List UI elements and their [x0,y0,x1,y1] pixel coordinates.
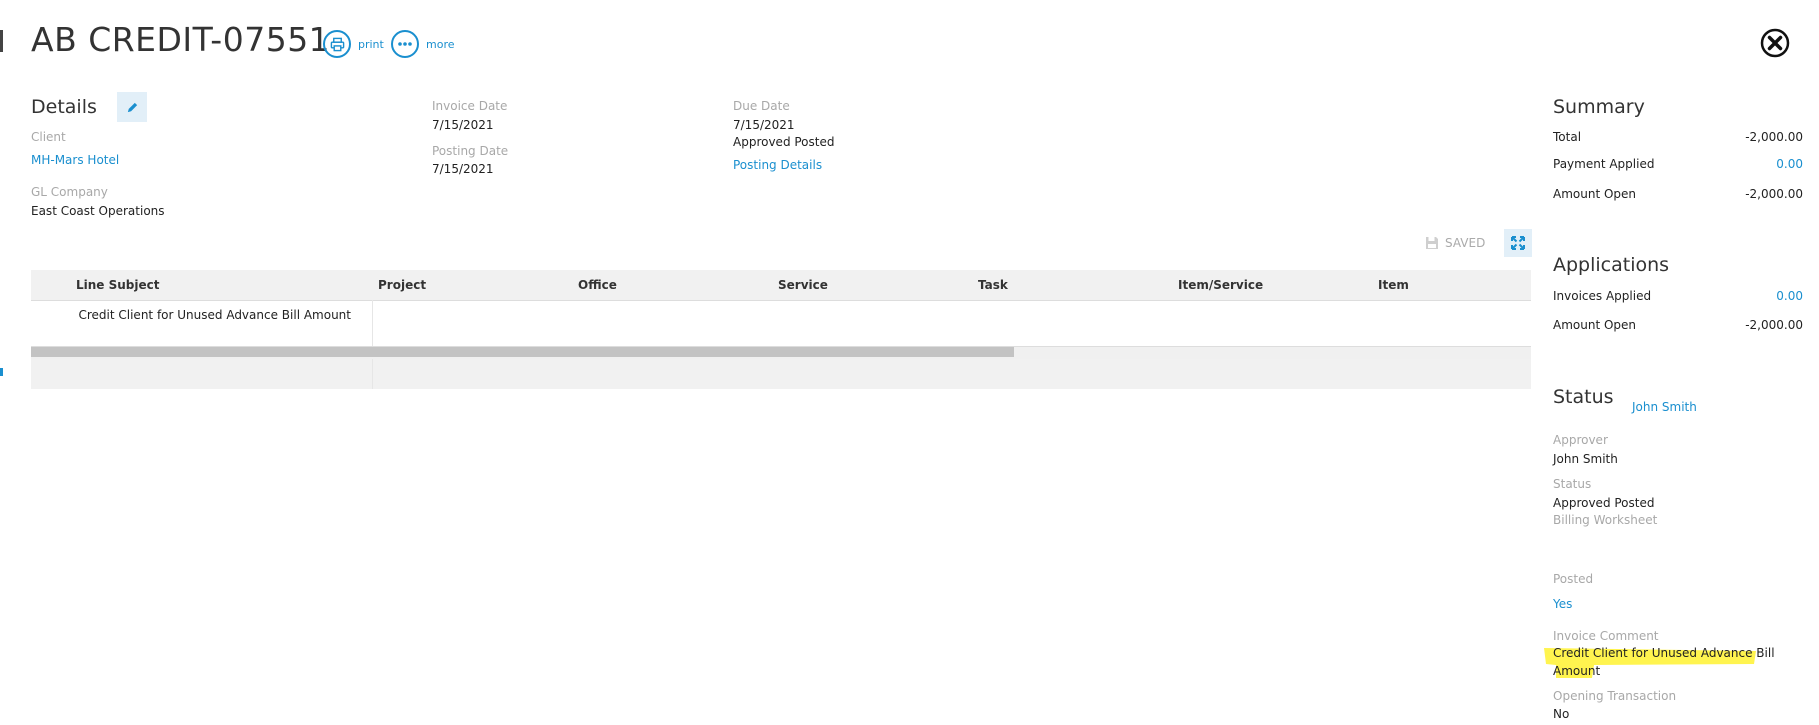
client-label: Client [31,130,66,144]
invoice-date-value: 7/15/2021 [432,118,494,132]
status-value: Approved Posted [1553,496,1655,510]
ellipsis-icon [391,30,419,58]
status-label: Status [1553,477,1592,491]
printer-icon [323,30,351,58]
total-label: Total [1553,130,1582,144]
column-divider [372,359,373,389]
invoices-applied-link[interactable]: 0.00 [1776,289,1803,303]
invoice-comment-label: Invoice Comment [1553,629,1659,643]
table-row[interactable]: Credit Client for Unused Advance Bill Am… [31,300,1531,347]
column-header-task[interactable]: Task [978,278,1008,292]
column-header-item-service[interactable]: Item/Service [1178,278,1263,292]
gl-company-value: East Coast Operations [31,204,165,218]
window-edge-mid [0,368,3,376]
payment-applied-label: Payment Applied [1553,157,1655,171]
column-header-line-subject[interactable]: Line Subject [76,278,160,292]
due-date-value: 7/15/2021 [733,118,795,132]
column-header-office[interactable]: Office [578,278,617,292]
opening-transaction-value: No [1553,707,1570,721]
grid-footer [31,359,1531,389]
approver-label: Approver [1553,433,1608,447]
opening-transaction-label: Opening Transaction [1553,689,1677,703]
column-divider [372,300,373,346]
pencil-icon [127,102,137,112]
column-header-item[interactable]: Item [1378,278,1409,292]
expand-arrows-icon [1511,236,1525,250]
gl-company-label: GL Company [31,185,108,199]
applications-heading: Applications [1553,254,1670,276]
client-link[interactable]: MH-Mars Hotel [31,153,119,167]
applications-amount-open-value: -2,000.00 [1745,318,1803,332]
page-title: AB CREDIT-07551 [31,20,331,59]
approver-value: John Smith [1553,452,1618,466]
amount-open-value: -2,000.00 [1745,187,1803,201]
saved-indicator: SAVED [1425,236,1485,250]
summary-heading: Summary [1553,96,1645,118]
print-button[interactable]: print [323,30,384,58]
invoice-comment-line1: Credit Client for Unused Advance Bill [1553,646,1775,660]
invoice-date-label: Invoice Date [432,99,508,113]
print-label: print [358,37,384,51]
posted-value: Yes [1553,597,1573,611]
saved-label: SAVED [1445,236,1486,250]
posting-details-link[interactable]: Posting Details [733,158,822,172]
close-circle-icon [1760,28,1790,58]
close-button[interactable] [1760,28,1790,61]
more-button[interactable]: more [391,30,455,58]
posted-label: Posted [1553,572,1594,586]
floppy-disk-icon [1426,237,1438,249]
posting-date-value: 7/15/2021 [432,162,494,176]
edit-details-button[interactable] [117,92,147,122]
invoices-applied-label: Invoices Applied [1553,289,1652,303]
posting-date-label: Posting Date [432,144,509,158]
status-heading: Status [1553,386,1614,408]
more-label: more [426,37,455,51]
billing-worksheet-label: Billing Worksheet [1553,513,1658,527]
scrollbar-thumb[interactable] [31,347,1014,357]
payment-applied-link[interactable]: 0.00 [1776,157,1803,171]
column-header-service[interactable]: Service [778,278,828,292]
applications-amount-open-label: Amount Open [1553,318,1637,332]
window-edge-top [0,30,3,52]
details-heading: Details [31,96,97,118]
amount-open-label: Amount Open [1553,187,1637,201]
expand-grid-button[interactable] [1504,229,1532,257]
grid-header: Line Subject Project Office Service Task… [31,270,1531,301]
due-date-label: Due Date [733,99,790,113]
status-owner-link[interactable]: John Smith [1632,400,1697,414]
column-header-project[interactable]: Project [378,278,426,292]
approval-status: Approved Posted [733,135,835,149]
invoice-comment-line2: Amount [1553,664,1601,678]
total-value: -2,000.00 [1745,130,1803,144]
line-subject-cell: Credit Client for Unused Advance Bill Am… [78,308,351,322]
